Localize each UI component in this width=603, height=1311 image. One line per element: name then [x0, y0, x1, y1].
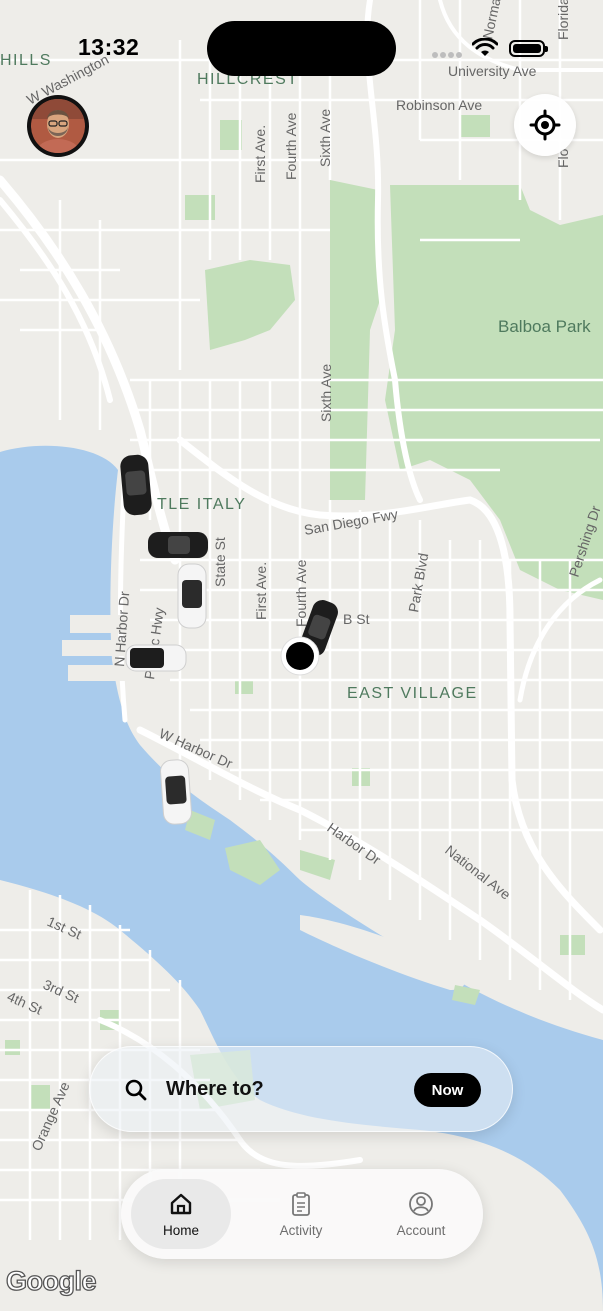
label-first-ave-top: First Ave. — [252, 125, 268, 183]
label-fourth-ave-mid: Fourth Ave — [293, 559, 309, 627]
profile-avatar[interactable] — [27, 95, 89, 157]
label-b-st: B St — [343, 611, 370, 627]
tab-activity-label: Activity — [279, 1222, 323, 1238]
avatar-photo — [31, 99, 85, 153]
label-sixth-ave-top: Sixth Ave — [317, 109, 333, 167]
bottom-tab-bar: Home Activity Account — [121, 1169, 483, 1259]
where-to-search-bar[interactable]: Where to? Now — [89, 1046, 513, 1132]
car-icon — [148, 532, 208, 558]
label-state-st: State St — [212, 537, 228, 587]
label-balboa: Balboa Park — [498, 317, 591, 336]
status-time: 13:32 — [78, 34, 140, 60]
label-fourth-ave-top: Fourth Ave — [283, 112, 299, 180]
tab-account[interactable]: Account — [371, 1179, 471, 1249]
label-sixth-ave-mid: Sixth Ave — [318, 364, 334, 422]
search-icon — [125, 1079, 147, 1101]
where-to-label: Where to? — [166, 1078, 264, 1100]
now-button[interactable]: Now — [414, 1073, 481, 1107]
current-location-marker — [280, 636, 320, 676]
dynamic-island — [207, 21, 396, 76]
car-icon — [120, 454, 152, 516]
google-attribution: Google — [5, 1265, 97, 1296]
label-robinson: Robinson Ave — [396, 97, 482, 113]
wifi-icon — [472, 38, 498, 56]
location-target-icon — [529, 109, 561, 141]
tab-home-label: Home — [162, 1222, 199, 1238]
home-icon — [170, 1193, 192, 1214]
status-bar: 13:32 — [0, 0, 603, 90]
locate-me-button[interactable] — [514, 94, 576, 156]
car-icon — [125, 644, 187, 672]
battery-icon — [509, 40, 548, 57]
car-icon — [160, 759, 192, 825]
car-icon — [177, 563, 207, 629]
label-east-village: EAST VILLAGE — [347, 685, 478, 702]
account-icon — [409, 1191, 433, 1216]
tab-home[interactable]: Home — [131, 1179, 231, 1249]
label-first-ave-mid: First Ave. — [253, 562, 269, 620]
label-little-italy: TLE ITALY — [157, 496, 246, 513]
tab-activity[interactable]: Activity — [251, 1179, 351, 1249]
signal-dots-icon — [432, 52, 462, 58]
tab-account-label: Account — [396, 1222, 446, 1238]
clipboard-icon — [292, 1191, 310, 1216]
